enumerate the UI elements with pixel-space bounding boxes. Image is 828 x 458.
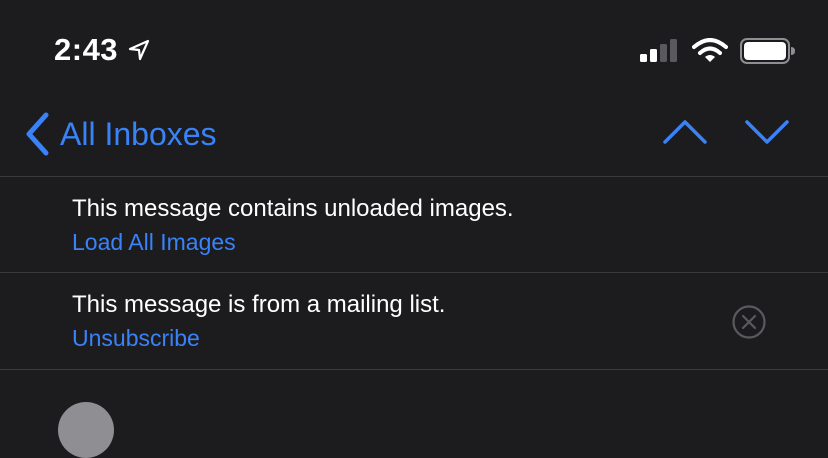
back-button-label: All Inboxes: [60, 116, 217, 152]
location-arrow-icon: [128, 39, 150, 61]
navigation-bar: All Inboxes: [0, 92, 828, 176]
wifi-icon: [692, 38, 728, 62]
chevron-up-icon: [663, 120, 707, 144]
unsubscribe-link[interactable]: Unsubscribe: [72, 325, 200, 352]
mailing-list-message: This message is from a mailing list.: [72, 291, 446, 318]
sender-avatar: [58, 402, 114, 458]
chevron-left-icon: [26, 112, 49, 156]
status-bar: 2:43: [0, 0, 828, 92]
mailing-list-banner: This message is from a mailing list. Uns…: [0, 273, 828, 369]
back-button[interactable]: All Inboxes: [24, 110, 217, 158]
content-divider: [0, 369, 828, 370]
close-circle-icon: [732, 305, 766, 339]
chevron-down-icon: [745, 120, 789, 144]
battery-icon: [740, 38, 795, 64]
load-all-images-link[interactable]: Load All Images: [72, 229, 236, 256]
unloaded-images-message: This message contains unloaded images.: [72, 195, 514, 222]
next-message-button[interactable]: [744, 114, 790, 150]
status-time: 2:43: [54, 32, 119, 67]
cellular-signal-icon: [640, 39, 677, 62]
unloaded-images-banner: This message contains unloaded images. L…: [0, 177, 828, 272]
dismiss-banner-button[interactable]: [731, 304, 767, 340]
clock-group: 2:43: [54, 30, 150, 70]
status-icons: [640, 38, 796, 64]
previous-message-button[interactable]: [662, 114, 708, 150]
